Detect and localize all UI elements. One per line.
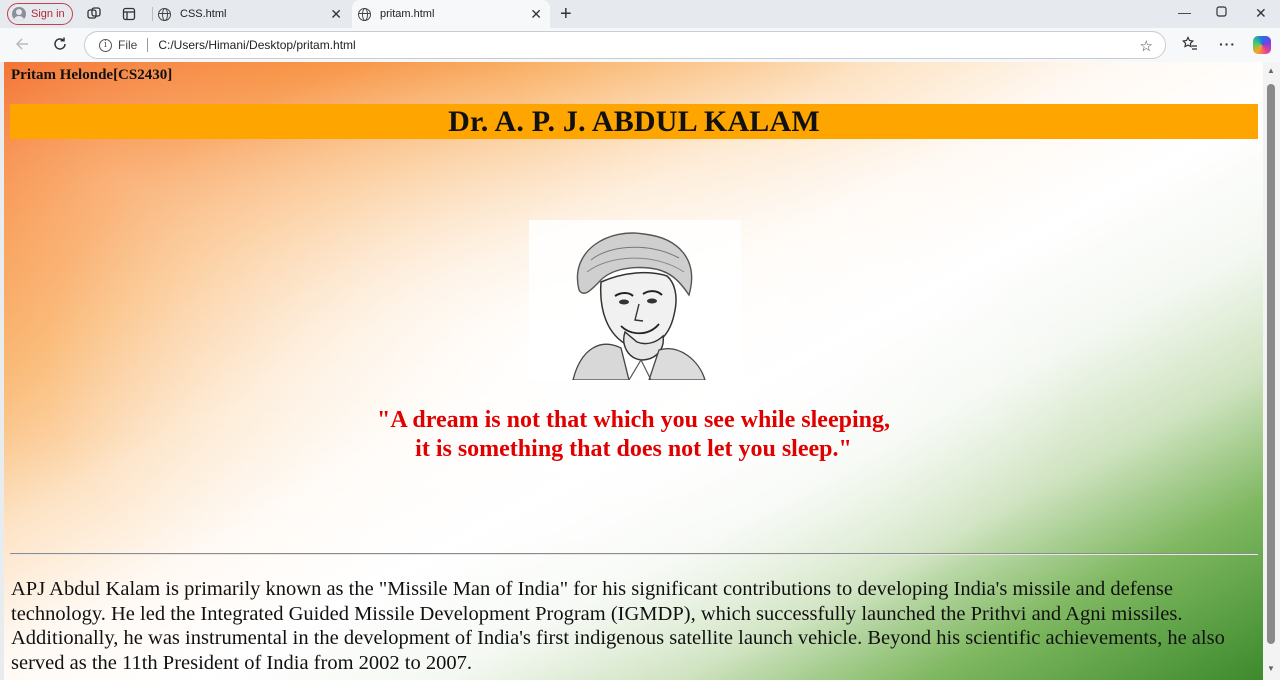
quote-line-2: it is something that does not let you sl… (415, 436, 852, 462)
horizontal-rule (10, 553, 1258, 555)
workspaces-icon[interactable] (86, 6, 102, 22)
url-text[interactable]: C:/Users/Himani/Desktop/pritam.html (158, 38, 355, 52)
address-bar[interactable]: i File C:/Users/Himani/Desktop/pritam.ht… (84, 31, 1166, 59)
globe-icon (358, 7, 371, 21)
tab-strip: Sign in CSS.html ✕ pritam.html ✕ + — ✕ (0, 0, 1280, 28)
close-icon[interactable]: ✕ (330, 6, 342, 23)
title-banner: Dr. A. P. J. ABDUL KALAM (10, 104, 1258, 139)
scrollbar-thumb[interactable] (1267, 84, 1275, 644)
quote-line-1: "A dream is not that which you see while… (377, 407, 890, 433)
kalam-portrait-image (529, 220, 741, 380)
tab-label: CSS.html (180, 8, 227, 20)
quote-text: "A dream is not that which you see while… (4, 406, 1263, 464)
biography-paragraph: APJ Abdul Kalam is primarily known as th… (11, 578, 1225, 674)
new-tab-icon[interactable]: + (560, 3, 572, 26)
navigation-bar: i File C:/Users/Himani/Desktop/pritam.ht… (0, 28, 1280, 62)
tab-pritam-html[interactable]: pritam.html ✕ (352, 0, 550, 28)
vertical-scrollbar[interactable]: ▲ ▼ (1263, 62, 1280, 680)
profile-icon (12, 7, 26, 21)
copilot-icon[interactable] (1253, 36, 1271, 54)
tab-actions-icon[interactable] (121, 6, 137, 22)
window-close-icon[interactable]: ✕ (1255, 5, 1267, 22)
scheme-label: File (118, 38, 138, 52)
scroll-up-icon[interactable]: ▲ (1267, 66, 1275, 75)
maximize-icon[interactable] (1216, 5, 1227, 20)
sign-in-label: Sign in (31, 8, 65, 20)
favorite-star-icon[interactable]: ☆ (1140, 37, 1153, 55)
sign-in-button[interactable]: Sign in (7, 3, 73, 25)
more-icon[interactable]: ··· (1219, 36, 1236, 52)
globe-icon (158, 7, 171, 21)
minimize-icon[interactable]: — (1178, 5, 1191, 20)
tab-label: pritam.html (380, 8, 435, 20)
scroll-down-icon[interactable]: ▼ (1267, 664, 1275, 673)
page-viewport: Pritam Helonde[CS2430] Dr. A. P. J. ABDU… (4, 62, 1263, 680)
page-title: Dr. A. P. J. ABDUL KALAM (448, 104, 820, 138)
favorites-icon[interactable] (1181, 36, 1198, 55)
divider (147, 38, 149, 52)
close-icon[interactable]: ✕ (530, 6, 542, 23)
refresh-icon[interactable] (52, 36, 68, 57)
back-icon[interactable] (14, 36, 30, 57)
info-icon[interactable]: i (99, 38, 112, 52)
tab-css-html[interactable]: CSS.html ✕ (152, 0, 350, 28)
student-label: Pritam Helonde[CS2430] (11, 67, 173, 83)
